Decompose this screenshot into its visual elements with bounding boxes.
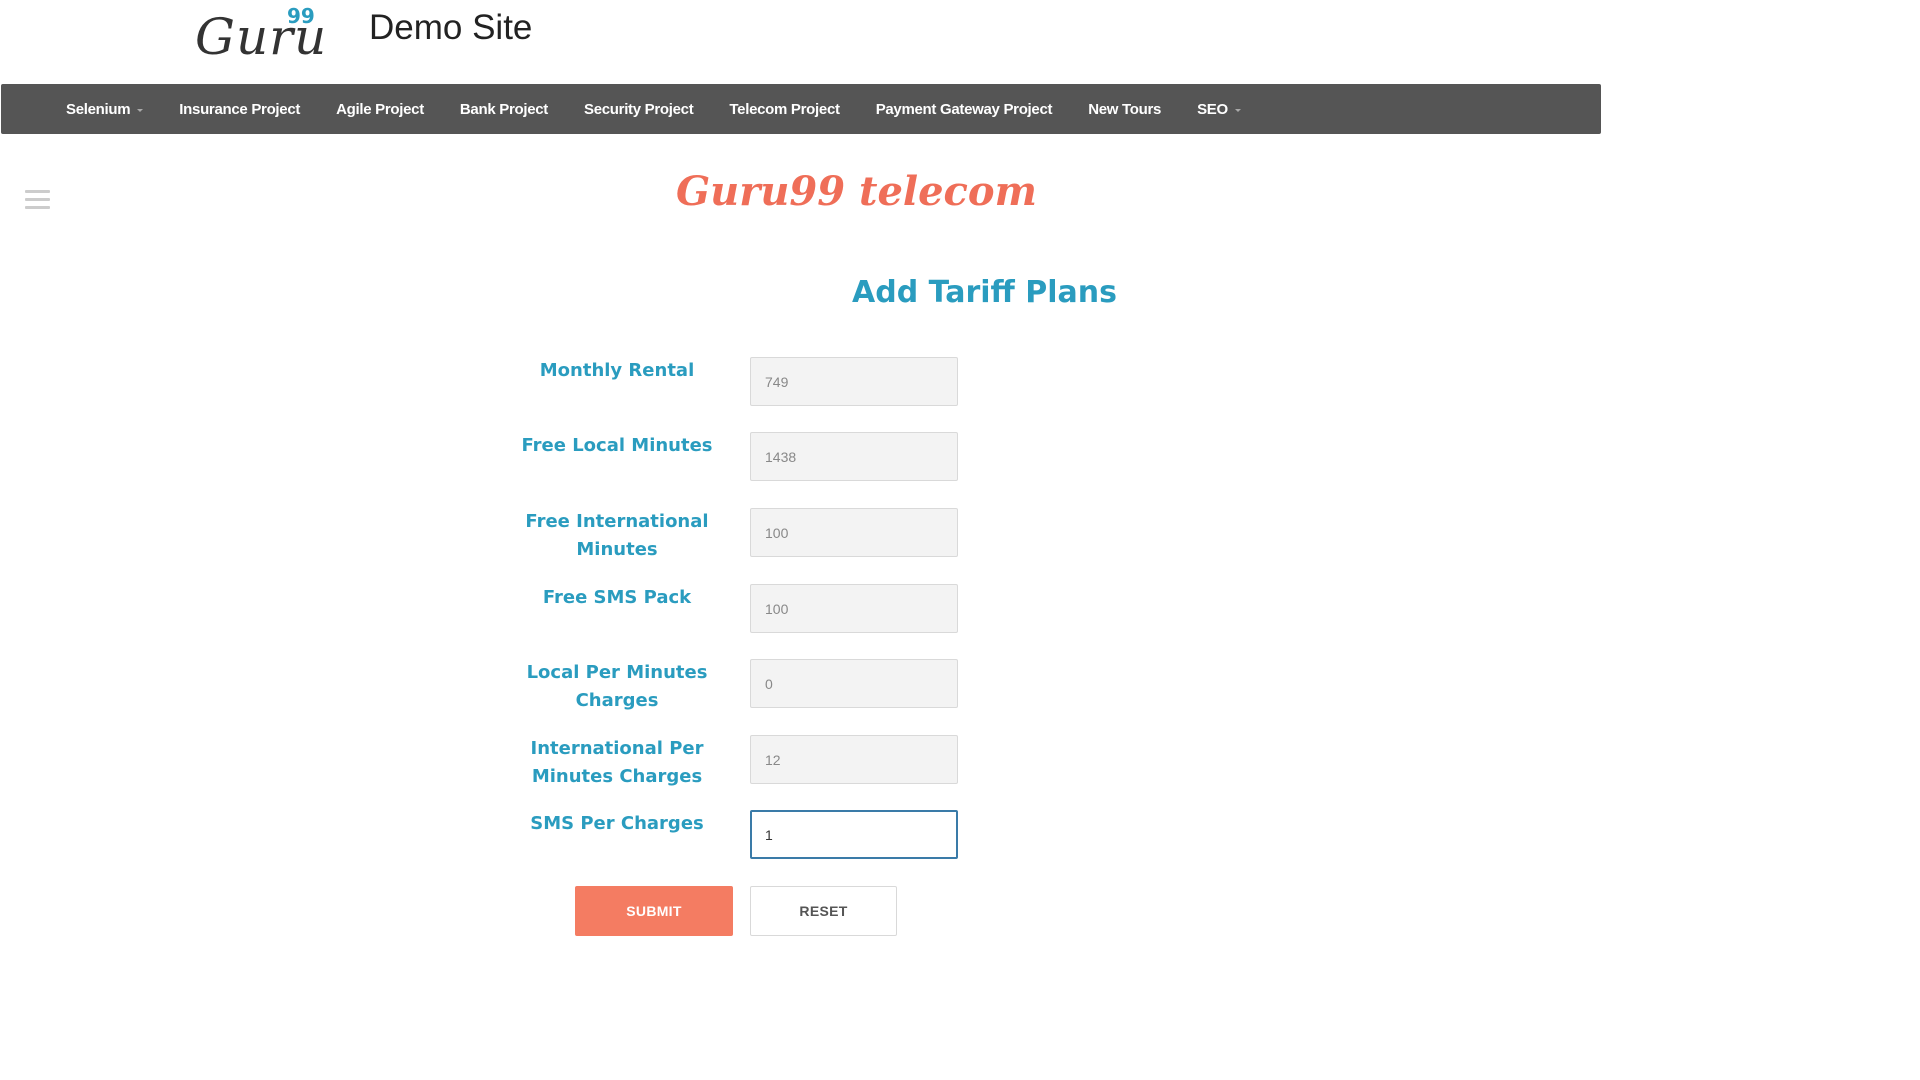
- nav-item-label: SEO: [1197, 100, 1228, 118]
- form-row-monthly-rental: Monthly Rental: [512, 357, 962, 417]
- form-row-free-sms-pack: Free SMS Pack: [512, 584, 962, 644]
- free-sms-pack-label: Free SMS Pack: [542, 587, 692, 608]
- logo-superscript: 99: [287, 4, 315, 28]
- nav-item-agile-project[interactable]: Agile Project: [318, 101, 442, 118]
- nav-item-new-tours[interactable]: New Tours: [1070, 101, 1179, 118]
- nav-item-seo[interactable]: SEO: [1179, 101, 1259, 118]
- nav-item-label: Payment Gateway Project: [875, 100, 1053, 118]
- form-row-international-per-minutes-charges: International Per Minutes Charges: [512, 735, 962, 795]
- sms-per-charges-label: SMS Per Charges: [530, 813, 704, 834]
- nav-item-telecom-project[interactable]: Telecom Project: [711, 101, 857, 118]
- hamburger-bar: [25, 198, 50, 201]
- nav-item-label: Bank Project: [459, 100, 548, 118]
- site-title: Demo Site: [369, 8, 533, 47]
- nav-item-payment-gateway-project[interactable]: Payment Gateway Project: [858, 101, 1071, 118]
- monthly-rental-label: Monthly Rental: [539, 360, 695, 381]
- form-row-free-local-minutes: Free Local Minutes: [512, 432, 962, 492]
- nav-item-selenium[interactable]: Selenium: [1, 101, 161, 118]
- nav-item-label: Telecom Project: [729, 100, 840, 118]
- nav-item-label: Security Project: [584, 100, 694, 118]
- page-heading: Add Tariff Plans: [852, 275, 1118, 310]
- caret-down-icon: [1234, 108, 1241, 112]
- caret-down-icon: [137, 108, 144, 112]
- form-row-local-per-minutes-charges: Local Per Minutes Charges: [512, 659, 962, 719]
- nav-item-label: New Tours: [1088, 100, 1162, 118]
- form-row-sms-per-charges: SMS Per Charges: [512, 810, 962, 870]
- hamburger-bar: [25, 190, 50, 193]
- nav-item-label: Insurance Project: [179, 100, 301, 118]
- reset-button[interactable]: RESET: [750, 886, 897, 936]
- free-local-minutes-input[interactable]: [750, 432, 958, 481]
- international-per-minutes-charges-label: International Per Minutes Charges: [530, 738, 704, 787]
- nav-item-label: Agile Project: [336, 100, 424, 118]
- free-local-minutes-label: Free Local Minutes: [521, 435, 713, 456]
- top-navbar: Selenium Insurance Project Agile Project…: [1, 84, 1601, 134]
- international-per-minutes-charges-input[interactable]: [750, 735, 958, 784]
- free-international-minutes-label: Free International Minutes: [525, 511, 709, 560]
- nav-item-label: Selenium: [66, 100, 131, 118]
- hamburger-bar: [25, 206, 50, 209]
- submit-button[interactable]: SUBMIT: [575, 886, 733, 936]
- hamburger-menu-icon[interactable]: [25, 190, 50, 210]
- local-per-minutes-charges-label: Local Per Minutes Charges: [526, 662, 708, 711]
- local-per-minutes-charges-input[interactable]: [750, 659, 958, 708]
- free-sms-pack-input[interactable]: [750, 584, 958, 633]
- sms-per-charges-input[interactable]: [750, 810, 958, 859]
- form-row-free-international-minutes: Free International Minutes: [512, 508, 962, 568]
- nav-item-bank-project[interactable]: Bank Project: [442, 101, 566, 118]
- brand-title: Guru99 telecom: [676, 168, 1037, 215]
- nav-item-security-project[interactable]: Security Project: [566, 101, 711, 118]
- monthly-rental-input[interactable]: [750, 357, 958, 406]
- free-international-minutes-input[interactable]: [750, 508, 958, 557]
- nav-item-insurance-project[interactable]: Insurance Project: [161, 101, 318, 118]
- site-header: Guru 99 Demo Site: [0, 0, 1920, 84]
